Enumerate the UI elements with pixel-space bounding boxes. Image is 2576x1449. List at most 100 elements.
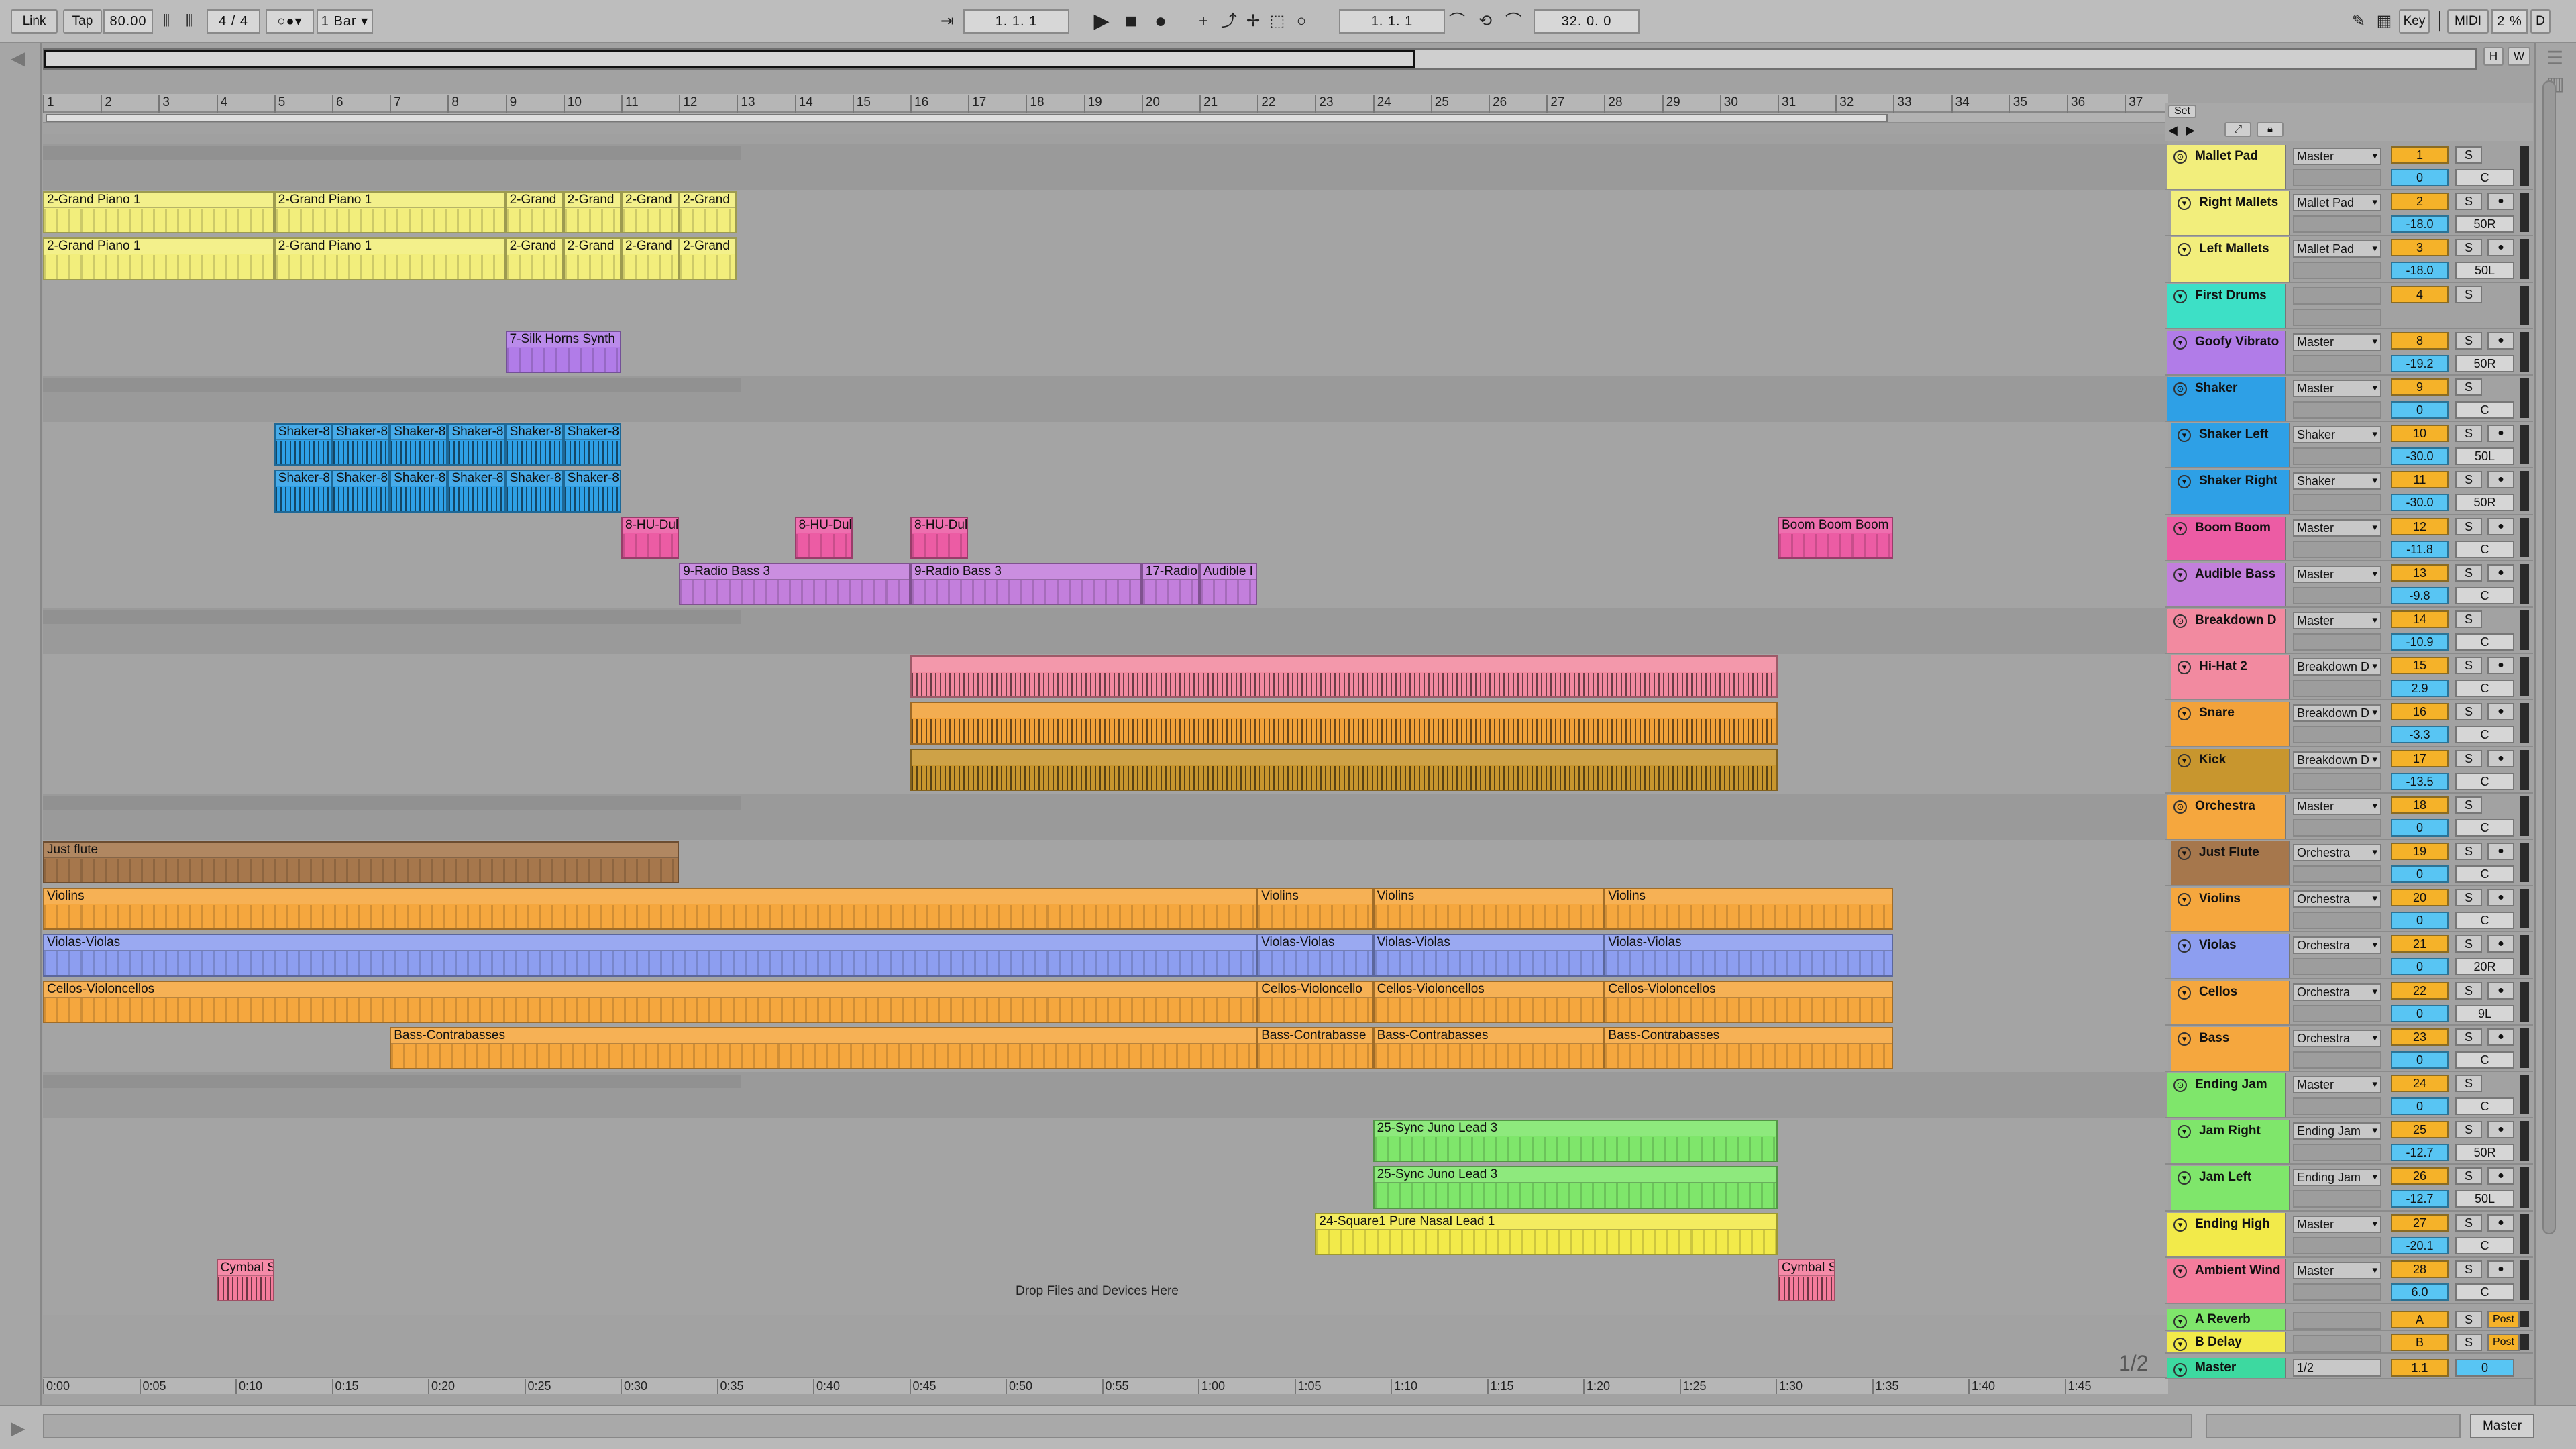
solo-button[interactable]: S (2455, 1214, 2482, 1232)
track-activator-icon[interactable]: ▾ (2178, 1032, 2191, 1046)
track-name-header[interactable]: ▾ Ending High (2167, 1212, 2286, 1256)
punch-in-icon[interactable]: ⌒ (1446, 11, 1468, 32)
solo-button[interactable]: S (2455, 1075, 2482, 1092)
track-name-header[interactable]: ▾ A Reverb (2167, 1309, 2286, 1330)
volume-field[interactable]: -12.7 (2391, 1190, 2449, 1208)
clip[interactable]: Shaker-8 (390, 423, 448, 466)
track-activator-button[interactable]: 26 (2391, 1167, 2449, 1185)
link-button[interactable]: Link (11, 9, 58, 34)
track-name-header[interactable]: ▾ Hi-Hat 2 (2171, 655, 2290, 700)
clip[interactable]: Shaker-8 (332, 470, 390, 513)
solo-button[interactable]: S (2455, 517, 2482, 535)
overview-h-button[interactable]: H (2483, 47, 2504, 66)
mixer-track-row[interactable]: ▾ Hi-Hat 2 Breakdown D ▾ 15 S ● 2.9 C (2165, 654, 2533, 701)
master-track-tab[interactable]: Master (2470, 1414, 2534, 1438)
volume-field[interactable]: 0 (2391, 912, 2449, 930)
track-activator-icon[interactable]: ▾ (2178, 475, 2191, 489)
fold-all-icon[interactable]: ⤢ (2224, 122, 2251, 137)
track-activator-icon[interactable]: ▾ (2174, 1315, 2187, 1328)
track-name-header[interactable]: ▾ Violas (2171, 934, 2290, 978)
output-routing-select[interactable]: Orchestra ▾ (2293, 983, 2381, 1001)
track-activator-button[interactable]: 20 (2391, 889, 2449, 907)
track-activator-icon[interactable]: ▾ (2174, 1218, 2187, 1232)
clip[interactable]: Violas-Violas (1373, 934, 1605, 977)
clip[interactable]: Violins (43, 888, 1258, 930)
pan-field[interactable]: C (2455, 818, 2514, 837)
output-routing-select[interactable]: Mallet Pad ▾ (2293, 240, 2381, 258)
track-name-header[interactable]: ▾ Violins (2171, 888, 2290, 932)
volume-field[interactable]: 0 (2391, 865, 2449, 883)
output-routing-select[interactable]: Master ▾ (2293, 612, 2381, 629)
track-activator-button[interactable]: 17 (2391, 749, 2449, 767)
pan-field[interactable]: 20R (2455, 958, 2514, 976)
solo-button[interactable]: S (2455, 703, 2482, 721)
track-activator-button[interactable]: A (2391, 1311, 2449, 1328)
track-name-header[interactable]: ⊙ Shaker (2167, 377, 2286, 421)
clip[interactable]: Violas-Violas (43, 934, 1258, 977)
track-activator-button[interactable]: 25 (2391, 1121, 2449, 1139)
tempo-field[interactable]: 80.00 (103, 9, 153, 34)
track-activator-button[interactable]: 10 (2391, 425, 2449, 443)
arm-record-button[interactable]: ● (2487, 471, 2514, 489)
volume-field[interactable]: -19.2 (2391, 354, 2449, 372)
master-track-row[interactable]: ▾ Master 1/2 1.1 0 (2165, 1356, 2533, 1379)
output-routing-select[interactable]: Master ▾ (2293, 333, 2381, 351)
pan-field[interactable]: 50R (2455, 494, 2514, 512)
output-routing-select[interactable]: Orchestra ▾ (2293, 1029, 2381, 1047)
track-name-header[interactable]: ▾ Boom Boom (2167, 516, 2286, 560)
output-routing-select[interactable] (2293, 286, 2381, 305)
clip[interactable]: 7-Silk Horns Synth (505, 330, 621, 373)
arm-record-button[interactable]: ● (2487, 657, 2514, 675)
mixer-track-row[interactable]: ▾ Bass Orchestra ▾ 23 S ● 0 C (2165, 1026, 2533, 1072)
volume-field[interactable]: 0 (2391, 1004, 2449, 1022)
track-name-header[interactable]: ▾ First Drums (2167, 284, 2286, 328)
mixer-track-row[interactable]: ▾ Left Mallets Mallet Pad ▾ 3 S ● -18.0 50L (2165, 236, 2533, 283)
clip[interactable]: 17-Radio (1141, 562, 1199, 605)
loop-switch-icon[interactable]: ⟲ (1474, 11, 1496, 32)
pre-post-toggle[interactable]: Post (2487, 1334, 2520, 1351)
time-ruler[interactable]: 0:00 0:05 0:10 0:15 0:20 0:25 0:30 0:35 0:40 0:45… (43, 1377, 2168, 1394)
clip[interactable]: 2-Grand Piano 1 (274, 191, 506, 234)
clip[interactable]: Shaker-8 (563, 423, 621, 466)
pan-field[interactable]: C (2455, 772, 2514, 790)
track-activator-button[interactable]: 24 (2391, 1075, 2449, 1092)
arm-record-button[interactable]: ● (2487, 981, 2514, 1000)
track-activator-icon[interactable]: ▾ (2174, 1264, 2187, 1278)
clip[interactable]: Cellos-Violoncello (1257, 980, 1373, 1023)
arm-record-button[interactable]: ● (2487, 843, 2514, 860)
clip[interactable]: 25-Sync Juno Lead 3 (1373, 1166, 1778, 1209)
volume-field[interactable]: 0 (2391, 818, 2449, 837)
track-name-header[interactable]: ▾ Jam Left (2171, 1166, 2290, 1210)
volume-field[interactable]: -3.3 (2391, 726, 2449, 744)
pan-field[interactable]: C (2455, 1236, 2514, 1254)
arm-record-button[interactable]: ● (2487, 331, 2514, 350)
play-icon[interactable]: ▶ (1091, 11, 1112, 32)
clip[interactable]: Bass-Contrabasses (390, 1026, 1258, 1069)
volume-field[interactable]: -12.7 (2391, 1144, 2449, 1162)
mixer-track-row[interactable]: ▾ Audible Bass Master ▾ 13 S ● -9.8 C (2165, 561, 2533, 608)
pan-field[interactable]: 50L (2455, 262, 2514, 280)
pan-field[interactable]: C (2455, 401, 2514, 419)
volume-field[interactable]: -13.5 (2391, 772, 2449, 790)
clip[interactable] (910, 748, 1778, 791)
punch-out-icon[interactable]: ⌒ (1503, 11, 1524, 32)
track-activator-icon[interactable]: ▾ (2178, 243, 2191, 257)
solo-button[interactable]: S (2455, 1334, 2482, 1351)
mixer-track-row[interactable]: ▾ B Delay B S Post (2165, 1331, 2533, 1354)
clip[interactable]: Violins (1604, 888, 1894, 930)
track-activator-icon[interactable]: ▾ (2178, 1125, 2191, 1139)
pan-field[interactable]: C (2455, 865, 2514, 883)
record-icon[interactable]: ● (1150, 11, 1171, 32)
overdub-icon[interactable]: + (1193, 11, 1214, 32)
arm-record-button[interactable]: ● (2487, 1167, 2514, 1185)
arm-record-button[interactable]: ● (2487, 889, 2514, 907)
solo-button[interactable]: S (2455, 981, 2482, 1000)
loop-start-field[interactable]: 1. 1. 1 (1339, 9, 1445, 34)
mixer-track-row[interactable]: ▾ Cellos Orchestra ▾ 22 S ● 0 9L (2165, 979, 2533, 1026)
clip[interactable]: Shaker-8 (274, 423, 332, 466)
set-button[interactable]: Set (2168, 105, 2196, 118)
clip[interactable]: Violins (1373, 888, 1605, 930)
track-name-header[interactable]: ▾ Jam Right (2171, 1120, 2290, 1164)
clip[interactable]: 2-Grand (505, 191, 564, 234)
clip[interactable] (910, 655, 1778, 698)
